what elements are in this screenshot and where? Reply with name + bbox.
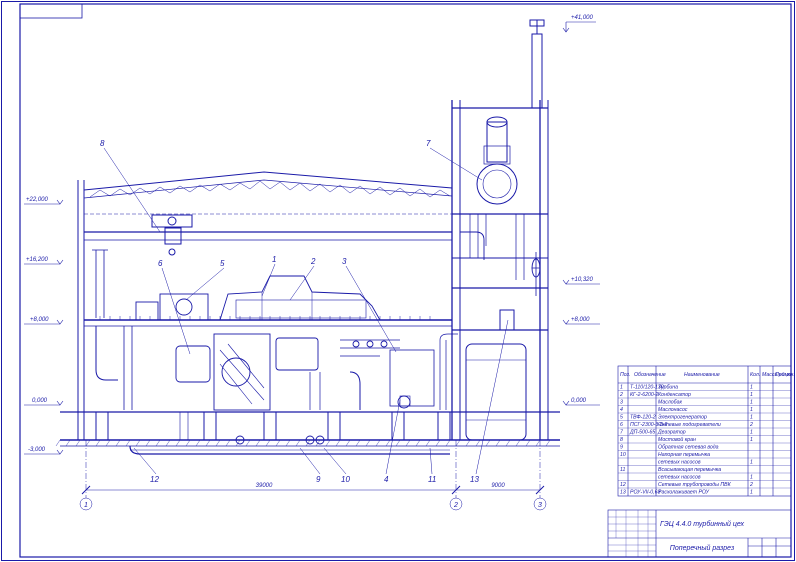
spec-cell: ТВФ-120-2 xyxy=(630,415,656,421)
title-block: ГЭЦ 4.4.0 турбинный цех Поперечный разре… xyxy=(607,509,792,558)
spec-cell: 7 xyxy=(620,430,624,436)
elevation-label: 0,000 xyxy=(32,398,48,404)
spec-cell: ДП-500-65 xyxy=(629,430,655,436)
spec-cell: Электрогенератор xyxy=(658,415,707,421)
spec-cell: Мостовой кран xyxy=(658,436,696,443)
spec-cell: 1 xyxy=(750,407,753,413)
cross-section-drawing: +41,000 +22,000 +16,200 +10,320 +8,000 +… xyxy=(1,1,795,561)
spec-header-cell: Наименование xyxy=(684,372,720,378)
axis-label: 2 xyxy=(453,502,458,509)
elevation-label: 0,000 xyxy=(571,398,587,404)
spec-cell: 11 xyxy=(620,467,625,473)
equipment xyxy=(92,214,541,455)
elevation-label: +22,000 xyxy=(26,197,49,203)
spec-cell: Сетевые подогреватели xyxy=(658,422,721,428)
spec-cell: Обратная сетевая вода xyxy=(658,445,719,451)
callout-label: 4 xyxy=(384,475,389,484)
callout-label: 1 xyxy=(272,255,276,264)
spec-cell: Деаэратор xyxy=(657,430,686,436)
spec-cell: Всасывающая перемычка xyxy=(658,467,721,473)
callout-label: 10 xyxy=(341,475,350,484)
spec-cell: 1 xyxy=(620,385,623,391)
spec-cell: РОУ-VII-0,63 xyxy=(630,490,660,496)
spec-cell: 1 xyxy=(750,490,753,496)
spec-cell: сетевых насосов xyxy=(658,475,701,481)
dimension-span-right: 9000 xyxy=(491,483,505,489)
spec-cell: 8 xyxy=(620,437,623,443)
axis-label: 1 xyxy=(84,502,88,509)
spec-cell: Расхолаживает РОУ xyxy=(658,490,710,496)
dimension-span-main: 39000 xyxy=(256,483,273,489)
spec-cell: Сетевые трубопроводы ПВК xyxy=(658,482,732,488)
spec-cell: 12 xyxy=(620,482,626,488)
spec-cell: Маслонасос xyxy=(658,407,688,413)
spec-cell: 4 xyxy=(620,407,623,413)
elevation-label: -3,000 xyxy=(28,447,46,453)
spec-cell: 3 xyxy=(620,400,623,406)
spec-cell: 6 xyxy=(620,422,623,428)
spec-cell: 1 xyxy=(750,415,753,421)
callout-label: 12 xyxy=(150,475,159,484)
spec-cell: 2 xyxy=(749,482,753,488)
spec-cell: 1 xyxy=(750,385,753,391)
callout-label: 8 xyxy=(100,139,105,148)
spec-cell: сетевых насосов xyxy=(658,460,701,466)
spec-cell: КГ-2-6200-2 xyxy=(630,392,658,398)
elevation-marks xyxy=(24,21,600,455)
spec-table: Поз. Обозначение Наименование Кол. Масса ед.… xyxy=(617,365,795,497)
spec-cell: Конденсатор xyxy=(658,392,691,398)
spec-cell: 5 xyxy=(620,415,623,421)
title-block-code: ГЭЦ 4.4.0 турбинный цех xyxy=(660,520,744,528)
axis-labels: 1 2 3 39000 9000 xyxy=(84,483,542,509)
title-block-sheet-title: Поперечный разрез xyxy=(670,544,735,552)
elevation-label: +8,000 xyxy=(571,317,590,323)
spec-cell: 1 xyxy=(750,430,753,436)
callout-leaders xyxy=(103,147,509,475)
spec-cell: 1 xyxy=(750,392,753,398)
spec-cell: 1 xyxy=(750,400,753,406)
callout-label: 3 xyxy=(342,257,347,266)
spec-cell: 2 xyxy=(749,422,753,428)
spec-header-cell: Примеч. xyxy=(775,372,795,378)
spec-cell: 1 xyxy=(750,460,753,466)
spec-cell: 2 xyxy=(619,392,623,398)
spec-cell: 10 xyxy=(620,452,626,458)
callout-label: 7 xyxy=(426,139,431,148)
spec-header-cell: Кол. xyxy=(750,372,760,378)
spec-cell: 1 xyxy=(750,475,753,481)
spec-cell: Маслобак xyxy=(658,400,682,406)
spec-cell: Напорная перемычка xyxy=(658,452,710,458)
callout-label: 6 xyxy=(158,259,163,268)
elevation-label: +10,320 xyxy=(571,277,594,283)
callout-label: 13 xyxy=(470,475,479,484)
spec-header-cell: Поз. xyxy=(620,372,630,378)
elevation-label: +41,000 xyxy=(571,15,594,21)
spec-cell: Турбина xyxy=(658,385,678,391)
spec-cell: 1 xyxy=(750,437,753,443)
spec-cell: 9 xyxy=(620,445,623,451)
callout-label: 2 xyxy=(310,257,316,266)
elevation-label: +16,200 xyxy=(26,257,49,263)
spec-cell: 13 xyxy=(620,490,626,496)
callout-label: 5 xyxy=(220,259,225,268)
elevation-label: +8,000 xyxy=(30,317,49,323)
corner-stamp xyxy=(19,3,83,19)
callout-label: 11 xyxy=(428,475,436,484)
axis-label: 3 xyxy=(538,502,542,509)
callout-label: 9 xyxy=(316,475,321,484)
spec-header-cell: Обозначение xyxy=(634,372,666,378)
